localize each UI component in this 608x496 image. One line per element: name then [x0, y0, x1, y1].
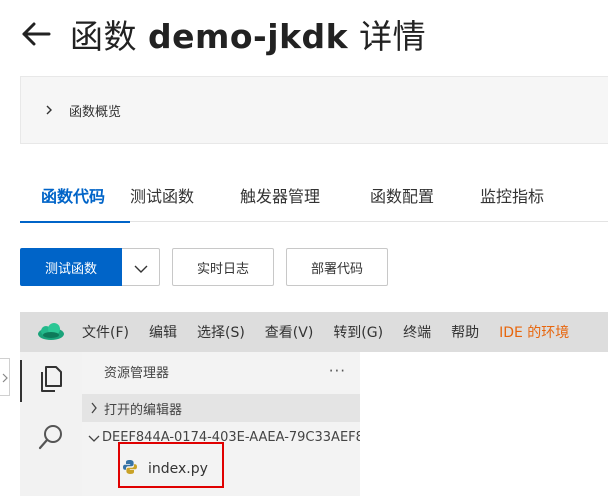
- open-editors-label: 打开的编辑器: [104, 402, 183, 418]
- function-name: demo-jkdk: [148, 17, 349, 56]
- title-suffix: 详情: [359, 17, 427, 56]
- menu-help[interactable]: 帮助: [451, 322, 479, 342]
- overview-panel[interactable]: 函数概览: [20, 76, 608, 144]
- realtime-log-button[interactable]: 实时日志: [172, 248, 274, 286]
- ide-menubar: 文件(F) 编辑 选择(S) 查看(V) 转到(G) 终端 帮助 IDE 的环境: [20, 312, 608, 352]
- tab-label: 测试函数: [130, 187, 195, 206]
- action-bar: 测试函数 实时日志 部署代码: [20, 248, 388, 286]
- workspace-folder[interactable]: DEEF844A-0174-403E-AAEA-79C33AEF8: [82, 424, 360, 450]
- cloud-logo-icon: [20, 312, 82, 352]
- more-actions-icon[interactable]: ···: [329, 362, 346, 380]
- page-title: 函数 demo-jkdk 详情: [70, 10, 426, 58]
- search-icon: [37, 423, 65, 455]
- menu-edit[interactable]: 编辑: [149, 322, 177, 342]
- tab-trigger-management[interactable]: 触发器管理: [240, 168, 370, 222]
- test-dropdown-button[interactable]: [122, 248, 160, 286]
- tab-test-function[interactable]: 测试函数: [130, 168, 240, 222]
- tab-function-code[interactable]: 函数代码: [20, 168, 130, 223]
- file-name: index.py: [148, 461, 208, 477]
- explorer-title: 资源管理器: [104, 365, 170, 381]
- menu-file[interactable]: 文件(F): [82, 322, 129, 342]
- title-prefix: 函数: [70, 17, 137, 56]
- chevron-right-icon: [45, 105, 55, 115]
- test-function-button[interactable]: 测试函数: [20, 248, 122, 286]
- python-icon: [122, 459, 138, 479]
- tab-monitoring[interactable]: 监控指标: [480, 168, 590, 222]
- page-header: 函数 demo-jkdk 详情: [20, 8, 426, 60]
- tab-label: 监控指标: [480, 187, 545, 206]
- search-activity[interactable]: [20, 410, 82, 468]
- tab-label: 函数配置: [370, 187, 435, 206]
- chevron-down-icon: [88, 428, 100, 447]
- menu-terminal[interactable]: 终端: [403, 322, 431, 342]
- side-panel-handle[interactable]: [0, 358, 10, 396]
- tab-label: 触发器管理: [240, 187, 321, 206]
- menu-selection[interactable]: 选择(S): [197, 322, 245, 342]
- menu-go[interactable]: 转到(G): [333, 322, 383, 342]
- tab-label: 函数代码: [41, 187, 106, 206]
- file-item[interactable]: index.py: [82, 454, 360, 484]
- files-icon: [38, 365, 64, 397]
- explorer-header: 资源管理器 ···: [82, 352, 360, 390]
- chevron-right-icon: [90, 399, 98, 418]
- overview-label: 函数概览: [69, 104, 122, 120]
- menu-view[interactable]: 查看(V): [265, 322, 314, 342]
- deploy-code-button[interactable]: 部署代码: [286, 248, 388, 286]
- tab-bar: 函数代码 测试函数 触发器管理 函数配置 监控指标: [20, 168, 608, 223]
- folder-name: DEEF844A-0174-403E-AAEA-79C33AEF8: [102, 429, 360, 445]
- activity-bar: [20, 352, 82, 496]
- open-editors-section[interactable]: 打开的编辑器: [82, 394, 360, 422]
- chevron-down-icon: [134, 258, 148, 277]
- web-ide: 文件(F) 编辑 选择(S) 查看(V) 转到(G) 终端 帮助 IDE 的环境: [20, 312, 608, 496]
- ide-notice: IDE 的环境: [499, 325, 570, 341]
- explorer-activity[interactable]: [20, 352, 82, 410]
- chevron-right-icon: [2, 368, 8, 387]
- arrow-left-icon[interactable]: [20, 18, 52, 50]
- tab-function-config[interactable]: 函数配置: [370, 168, 480, 222]
- explorer-panel: 资源管理器 ··· 打开的编辑器 DEEF844A-0174-403E-AAEA…: [82, 352, 360, 496]
